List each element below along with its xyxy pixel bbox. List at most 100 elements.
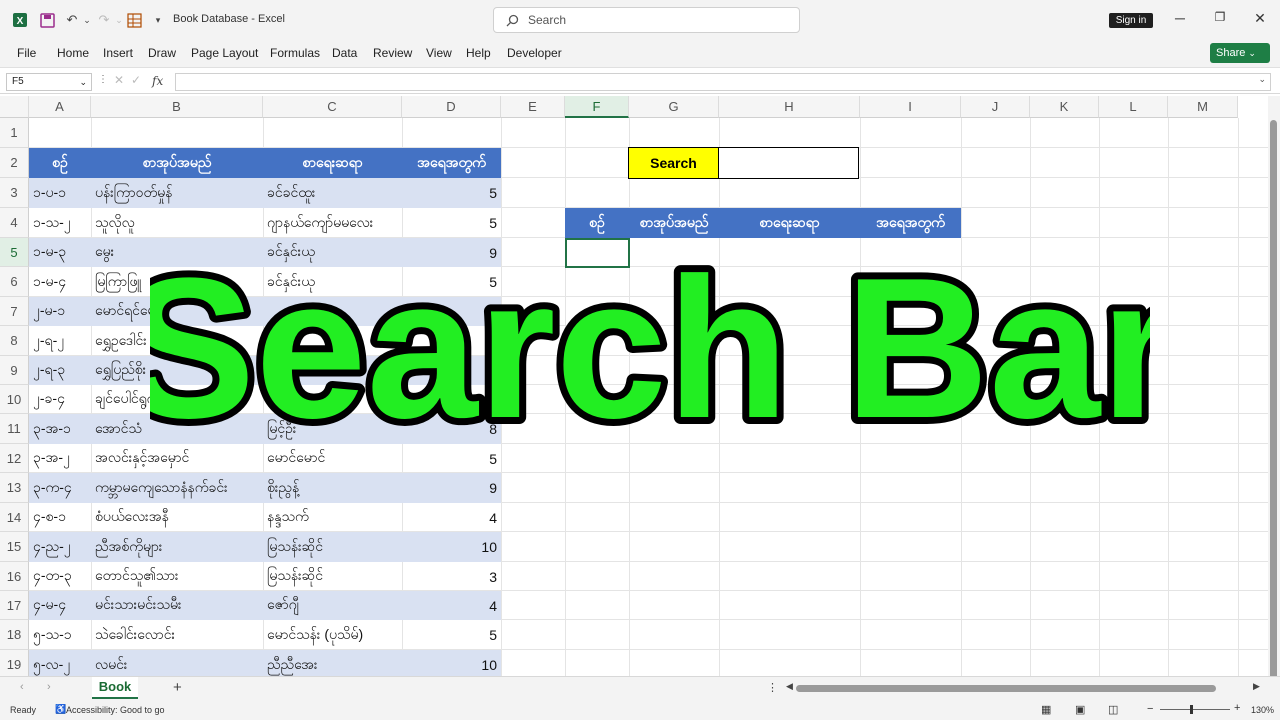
zoom-level[interactable]: 130%: [1251, 705, 1274, 715]
tab-file[interactable]: File: [17, 46, 36, 60]
row-header-8[interactable]: 8: [0, 326, 29, 356]
column-header-h[interactable]: H: [719, 96, 860, 118]
cell-id[interactable]: ၁-ပ-၁: [29, 178, 91, 208]
search-box[interactable]: Search: [493, 7, 800, 33]
tab-view[interactable]: View: [426, 46, 452, 60]
cell-id[interactable]: ၂-မ-၁: [29, 297, 91, 326]
search-input[interactable]: [718, 147, 859, 179]
zoom-slider-thumb[interactable]: [1190, 705, 1193, 714]
row-header-3[interactable]: 3: [0, 178, 29, 208]
cell-id[interactable]: ၄-စ-၁: [29, 503, 91, 532]
cell-title[interactable]: သဲခေါင်းလောင်း: [91, 620, 263, 650]
tab-page-layout[interactable]: Page Layout: [191, 46, 258, 60]
cell-author[interactable]: ဇော်ဂျီ: [263, 591, 402, 620]
cell-title[interactable]: သူလိုလူ: [91, 208, 263, 238]
tab-developer[interactable]: Developer: [507, 46, 562, 60]
customize-toolbar-icon[interactable]: ▾: [148, 10, 168, 30]
more-options-icon[interactable]: ⋮: [98, 74, 108, 85]
cell-quantity[interactable]: 4: [402, 503, 501, 532]
column-header-f[interactable]: F: [565, 96, 629, 118]
column-header-l[interactable]: L: [1099, 96, 1168, 118]
cell-quantity[interactable]: 9: [402, 473, 501, 503]
cell-title[interactable]: ညီအစ်ကိုများ: [91, 532, 263, 562]
save-icon[interactable]: [37, 10, 57, 30]
row-header-15[interactable]: 15: [0, 532, 29, 562]
cell-id[interactable]: ၂-ရ-၃: [29, 356, 91, 385]
cell-quantity[interactable]: 4: [402, 591, 501, 620]
cell-id[interactable]: ၅-သ-၁: [29, 620, 91, 650]
column-header-e[interactable]: E: [501, 96, 565, 118]
cell-author[interactable]: စိုးညွန့်: [263, 473, 402, 503]
cell-author[interactable]: ညီညီအေး: [263, 650, 402, 676]
cell-id[interactable]: ၃-က-၄: [29, 473, 91, 503]
accessibility-status[interactable]: Accessibility: Good to go: [66, 705, 165, 715]
cell-title[interactable]: ပန်းကြာဝတ်မှုန်: [91, 178, 263, 208]
restore-icon[interactable]: ❐: [1210, 10, 1230, 24]
worksheet[interactable]: A B C D E F G H I J K L M 1 2 3 4 5 6 7 8 9 10 11 1…: [0, 96, 1268, 676]
cell-id[interactable]: ၄-တ-၃: [29, 562, 91, 591]
cell-quantity[interactable]: 10: [402, 650, 501, 676]
tab-formulas[interactable]: Formulas: [270, 46, 320, 60]
column-header-a[interactable]: A: [29, 96, 91, 118]
row-header-2[interactable]: 2: [0, 148, 29, 178]
row-header-9[interactable]: 9: [0, 356, 29, 385]
row-header-4[interactable]: 4: [0, 208, 29, 238]
tab-help[interactable]: Help: [466, 46, 491, 60]
vertical-scrollbar[interactable]: [1268, 96, 1280, 680]
row-header-19[interactable]: 19: [0, 650, 29, 676]
cell-quantity[interactable]: 3: [402, 562, 501, 591]
cell-id[interactable]: ၁-မ-၃: [29, 238, 91, 267]
minimize-icon[interactable]: ─: [1170, 10, 1190, 26]
column-header-g[interactable]: G: [629, 96, 719, 118]
page-break-view-icon[interactable]: ◫: [1108, 703, 1118, 716]
name-box[interactable]: F5 ⌄: [6, 73, 92, 91]
page-layout-view-icon[interactable]: ▣: [1075, 703, 1085, 716]
row-header-11[interactable]: 11: [0, 414, 29, 444]
tab-data[interactable]: Data: [332, 46, 357, 60]
cell-id[interactable]: ၄-မ-၄: [29, 591, 91, 620]
cell-title[interactable]: စံပယ်လေးအနီ: [91, 503, 263, 532]
cell-id[interactable]: ၂-ခ-၄: [29, 385, 91, 414]
cell-id[interactable]: ၁-သ-၂: [29, 208, 91, 238]
cell-quantity[interactable]: 5: [402, 620, 501, 650]
column-header-c[interactable]: C: [263, 96, 402, 118]
zoom-in-icon[interactable]: +: [1234, 702, 1240, 714]
cell-author[interactable]: မြသန်းဆိုင်: [263, 562, 402, 591]
enter-icon[interactable]: ✓: [131, 73, 141, 87]
cancel-icon[interactable]: ✕: [114, 73, 124, 87]
row-header-10[interactable]: 10: [0, 385, 29, 414]
cell-quantity[interactable]: 5: [402, 178, 501, 208]
zoom-out-icon[interactable]: −: [1147, 703, 1153, 715]
cell-author[interactable]: ခင်ခင်ထူး: [263, 178, 402, 208]
row-header-16[interactable]: 16: [0, 562, 29, 591]
add-sheet-icon[interactable]: +: [173, 679, 182, 696]
row-header-7[interactable]: 7: [0, 297, 29, 326]
close-icon[interactable]: ✕: [1250, 10, 1270, 27]
vertical-scroll-thumb[interactable]: [1270, 120, 1277, 680]
row-header-18[interactable]: 18: [0, 620, 29, 650]
cell-quantity[interactable]: 5: [402, 208, 501, 238]
cell-id[interactable]: ၃-အ-၁: [29, 414, 91, 444]
row-header-12[interactable]: 12: [0, 444, 29, 473]
cell-author[interactable]: နန္ဒသက်: [263, 503, 402, 532]
horizontal-scroll-thumb[interactable]: [796, 685, 1216, 692]
cell-author[interactable]: ဂျာနယ်ကျော်မမလေး: [263, 208, 402, 238]
scroll-right-icon[interactable]: ▶: [1253, 681, 1260, 692]
zoom-slider[interactable]: [1160, 705, 1230, 714]
tab-draw[interactable]: Draw: [148, 46, 176, 60]
row-header-5[interactable]: 5: [0, 238, 29, 267]
tab-home[interactable]: Home: [57, 46, 89, 60]
column-header-d[interactable]: D: [402, 96, 501, 118]
row-header-14[interactable]: 14: [0, 503, 29, 532]
cell-title[interactable]: လမင်း: [91, 650, 263, 676]
more-options-icon[interactable]: ⋮: [767, 681, 778, 694]
column-header-k[interactable]: K: [1030, 96, 1099, 118]
row-header-1[interactable]: 1: [0, 118, 29, 148]
row-header-13[interactable]: 13: [0, 473, 29, 503]
tab-review[interactable]: Review: [373, 46, 412, 60]
sheet-tab-book[interactable]: Book: [92, 677, 138, 699]
column-header-b[interactable]: B: [91, 96, 263, 118]
prev-sheet-icon[interactable]: ‹: [20, 681, 24, 693]
cell-id[interactable]: ၅-လ-၂: [29, 650, 91, 676]
next-sheet-icon[interactable]: ›: [47, 681, 51, 693]
